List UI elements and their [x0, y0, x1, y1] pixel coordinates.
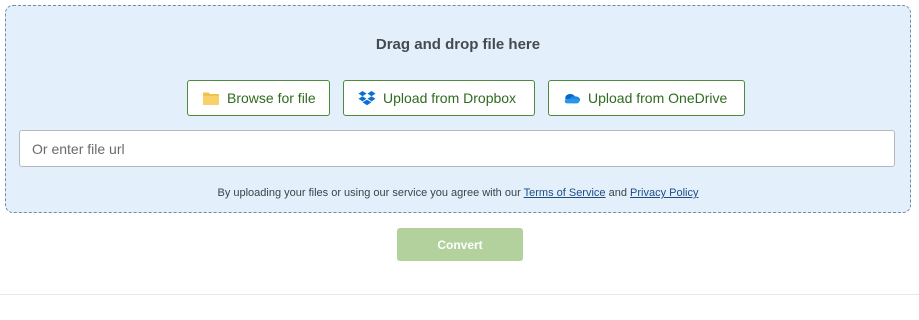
folder-icon	[202, 89, 220, 107]
convert-button[interactable]: Convert	[397, 228, 523, 261]
onedrive-upload-button[interactable]: Upload from OneDrive	[548, 80, 745, 116]
file-dropzone[interactable]: Drag and drop file here Browse for file	[5, 5, 911, 213]
dropzone-title: Drag and drop file here	[375, 36, 541, 53]
file-url-input[interactable]	[19, 130, 895, 167]
terms-and: and	[608, 187, 627, 199]
upload-source-buttons: Browse for file Upload from Dropbox Uplo…	[6, 80, 910, 118]
onedrive-icon	[563, 89, 581, 107]
terms-notice: By uploading your files or using our ser…	[6, 187, 910, 199]
privacy-policy-link[interactable]: Privacy Policy	[630, 187, 698, 199]
dropbox-icon	[358, 89, 376, 107]
dropbox-upload-label: Upload from Dropbox	[383, 90, 517, 106]
browse-file-button[interactable]: Browse for file	[187, 80, 330, 116]
terms-prefix: By uploading your files or using our ser…	[217, 187, 521, 199]
browse-file-label: Browse for file	[227, 90, 316, 106]
onedrive-upload-label: Upload from OneDrive	[588, 90, 728, 106]
terms-of-service-link[interactable]: Terms of Service	[524, 187, 606, 199]
footer-divider	[0, 294, 919, 295]
dropbox-upload-button[interactable]: Upload from Dropbox	[343, 80, 535, 116]
